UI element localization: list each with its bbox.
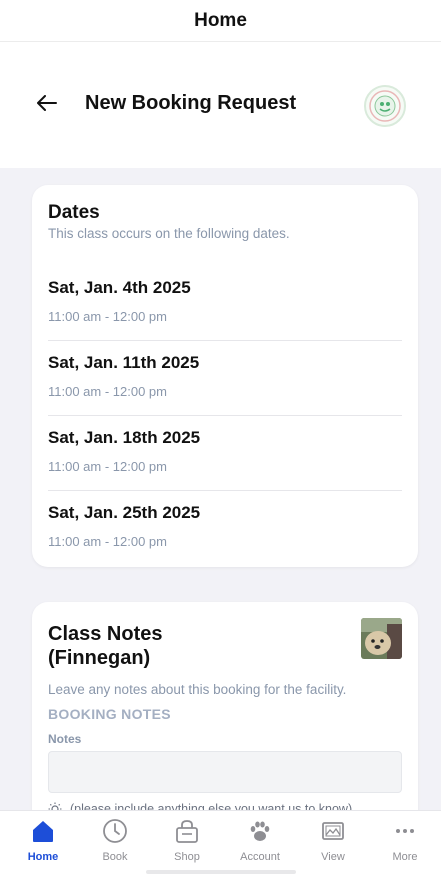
date-item: Sat, Jan. 11th 2025 11:00 am - 12:00 pm bbox=[48, 341, 402, 416]
image-icon bbox=[319, 817, 347, 845]
dates-subtitle: This class occurs on the following dates… bbox=[48, 226, 290, 241]
booking-notes-section-label: BOOKING NOTES bbox=[48, 706, 171, 722]
time-range: 11:00 am - 12:00 pm bbox=[48, 534, 167, 549]
dates-card: Dates This class occurs on the following… bbox=[32, 185, 418, 567]
page-title: New Booking Request bbox=[85, 92, 297, 114]
date-label: Sat, Jan. 11th 2025 bbox=[48, 353, 200, 372]
time-range: 11:00 am - 12:00 pm bbox=[48, 384, 167, 399]
lightbulb-icon bbox=[48, 802, 62, 810]
tab-label: Book bbox=[102, 851, 128, 863]
class-notes-card: Class Notes (Finnegan) Leave any notes a… bbox=[32, 602, 418, 810]
date-item: Sat, Jan. 25th 2025 11:00 am - 12:00 pm bbox=[48, 491, 402, 566]
back-arrow-icon bbox=[37, 95, 57, 111]
dates-title: Dates bbox=[48, 202, 100, 223]
home-icon bbox=[29, 817, 57, 845]
tab-shop[interactable]: Shop bbox=[152, 811, 222, 867]
class-notes-description: Leave any notes about this booking for t… bbox=[48, 682, 347, 697]
notes-field-label: Notes bbox=[48, 732, 82, 746]
class-notes-title: Class Notes (Finnegan) bbox=[48, 622, 163, 670]
clock-icon bbox=[101, 817, 129, 845]
tab-account[interactable]: Account bbox=[225, 811, 295, 867]
pet-photo bbox=[361, 618, 402, 659]
tab-label: View bbox=[321, 851, 345, 863]
notes-input[interactable] bbox=[48, 751, 402, 793]
tab-label: Account bbox=[240, 851, 280, 863]
time-range: 11:00 am - 12:00 pm bbox=[48, 309, 167, 324]
date-item: Sat, Jan. 18th 2025 11:00 am - 12:00 pm bbox=[48, 416, 402, 491]
class-notes-title-line1: Class Notes bbox=[48, 623, 163, 645]
date-label: Sat, Jan. 25th 2025 bbox=[48, 503, 201, 522]
top-bar: Home bbox=[0, 0, 441, 42]
tab-more[interactable]: More bbox=[370, 811, 440, 867]
page-header: New Booking Request bbox=[0, 42, 441, 168]
notes-hint: (please include anything else you want u… bbox=[48, 802, 352, 810]
class-notes-pet-name: (Finnegan) bbox=[48, 647, 151, 669]
shop-bag-icon bbox=[173, 817, 201, 845]
date-label: Sat, Jan. 4th 2025 bbox=[48, 278, 191, 297]
home-indicator bbox=[146, 870, 296, 874]
date-label: Sat, Jan. 18th 2025 bbox=[48, 428, 201, 447]
bottom-tab-bar: Home Book Shop Account View More bbox=[0, 810, 441, 877]
date-item: Sat, Jan. 4th 2025 11:00 am - 12:00 pm bbox=[48, 266, 402, 341]
back-button[interactable] bbox=[32, 88, 62, 118]
tab-label: Shop bbox=[174, 851, 200, 863]
tab-book[interactable]: Book bbox=[80, 811, 150, 867]
time-range: 11:00 am - 12:00 pm bbox=[48, 459, 167, 474]
top-bar-title: Home bbox=[194, 9, 247, 31]
paw-icon bbox=[246, 817, 274, 845]
tab-label: Home bbox=[27, 851, 59, 863]
notes-hint-text: (please include anything else you want u… bbox=[70, 802, 353, 810]
more-dots-icon bbox=[391, 817, 419, 845]
tab-view[interactable]: View bbox=[298, 811, 368, 867]
facility-logo-icon bbox=[364, 85, 406, 127]
content-scroll-area[interactable]: Dates This class occurs on the following… bbox=[0, 168, 441, 810]
tab-home[interactable]: Home bbox=[8, 811, 78, 867]
tab-label: More bbox=[392, 851, 418, 863]
